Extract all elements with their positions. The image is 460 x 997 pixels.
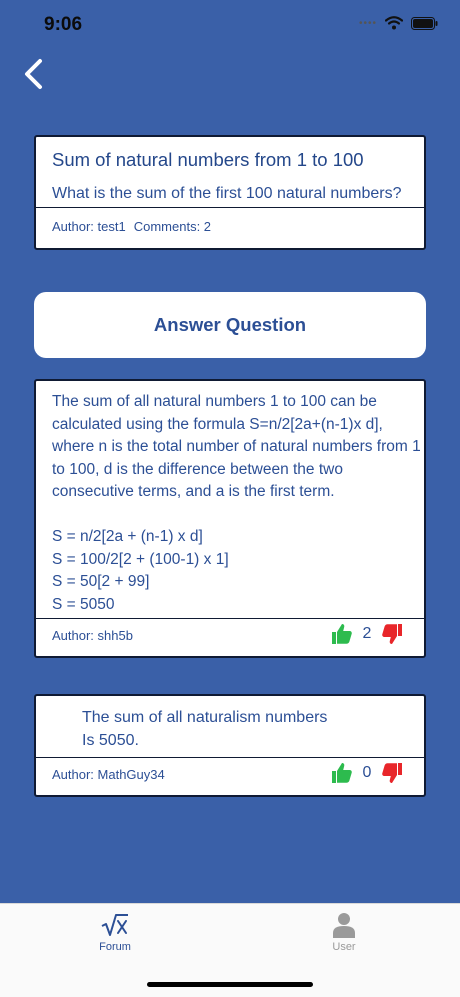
thumbs-down-icon[interactable]	[380, 622, 404, 646]
vote-count: 0	[362, 764, 372, 781]
divider	[36, 618, 424, 619]
answer-text: The sum of all naturalism numbers Is 505…	[82, 709, 328, 749]
home-indicator	[147, 982, 313, 987]
answer-question-button[interactable]: Answer Question	[34, 292, 426, 358]
tab-forum-label: Forum	[99, 941, 131, 953]
square-root-icon	[101, 914, 128, 936]
vote-count: 2	[362, 625, 372, 642]
answer-author: Author: MathGuy34	[52, 767, 165, 782]
status-time: 9:06	[44, 14, 83, 35]
tab-forum[interactable]: Forum	[75, 912, 155, 953]
answer-author: Author: shh5b	[52, 628, 133, 643]
back-button[interactable]	[18, 56, 52, 92]
divider	[36, 757, 424, 758]
vote-controls: 2	[330, 622, 404, 646]
question-meta: Author: test1 Comments: 2	[52, 219, 211, 234]
status-bar: 9:06 ••••	[0, 0, 460, 50]
back-chevron-icon	[25, 59, 42, 89]
thumbs-down-icon[interactable]	[380, 761, 404, 785]
thumbs-up-icon[interactable]	[330, 761, 354, 785]
question-card: Sum of natural numbers from 1 to 100 Wha…	[34, 135, 426, 250]
battery-icon	[411, 16, 438, 30]
tab-user-label: User	[332, 941, 356, 953]
user-icon	[333, 913, 355, 938]
tab-user[interactable]: User	[304, 912, 384, 953]
signal-icon: ••••	[358, 17, 377, 29]
thumbs-up-icon[interactable]	[330, 622, 354, 646]
answer-text: The sum of all natural numbers 1 to 100 …	[52, 393, 421, 613]
status-icons: ••••	[359, 16, 438, 30]
wifi-icon	[385, 16, 403, 30]
divider	[36, 207, 424, 208]
question-body: What is the sum of the first 100 natural…	[52, 185, 402, 202]
vote-controls: 0	[330, 761, 404, 785]
question-title: Sum of natural numbers from 1 to 100	[52, 149, 364, 170]
question-comments[interactable]: Comments: 2	[134, 219, 211, 234]
question-author: Author: test1	[52, 219, 126, 234]
answer-card: The sum of all natural numbers 1 to 100 …	[34, 379, 426, 658]
answer-card: The sum of all naturalism numbers Is 505…	[34, 694, 426, 797]
